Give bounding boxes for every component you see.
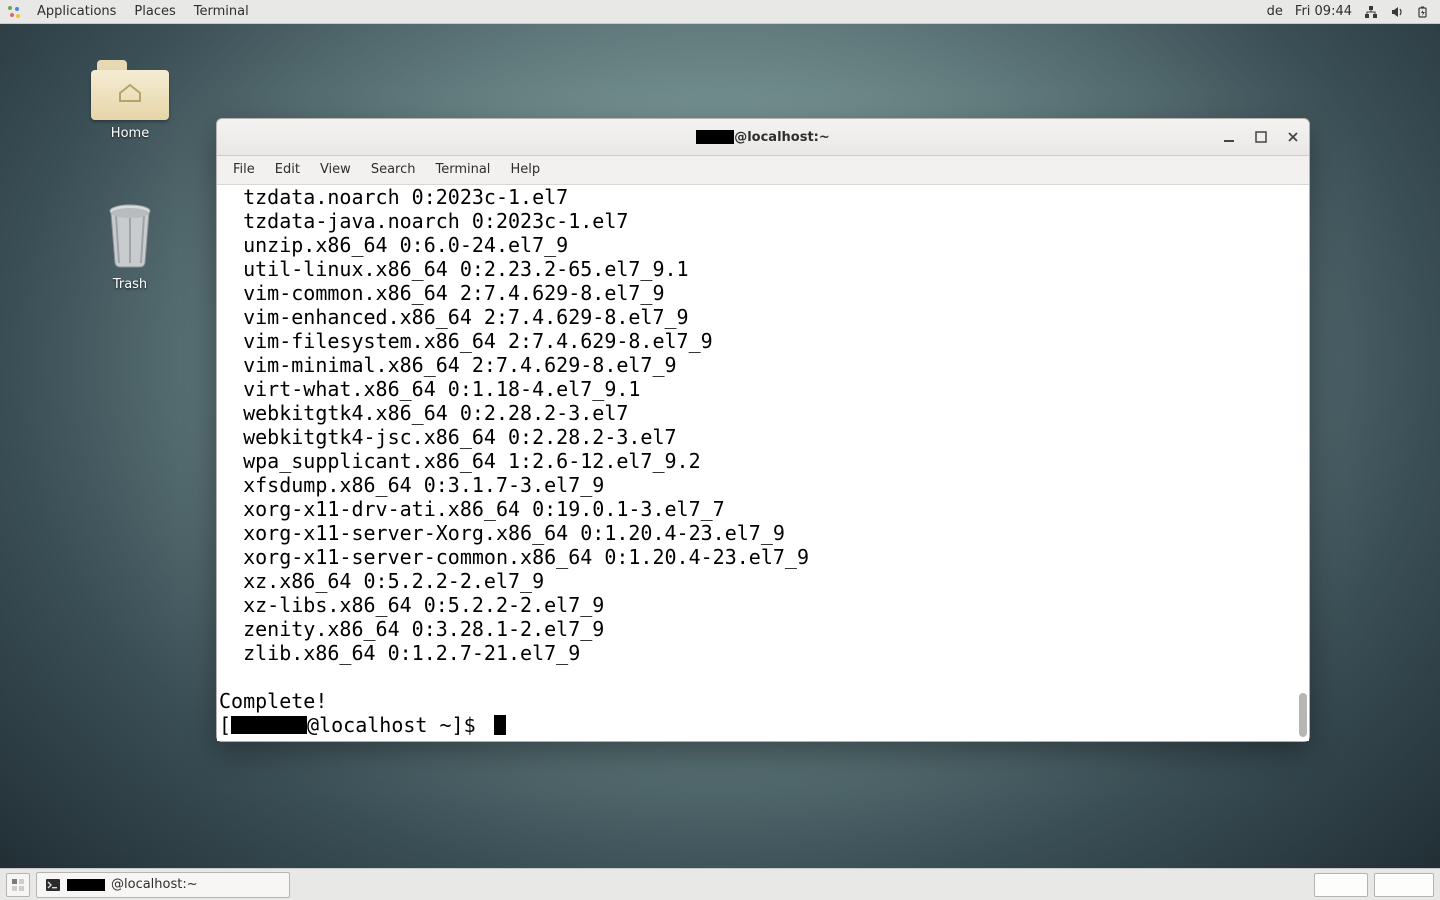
taskbar-entry-terminal[interactable]: @localhost:~ xyxy=(36,872,290,898)
menu-edit[interactable]: Edit xyxy=(265,156,310,184)
menu-terminal[interactable]: Terminal xyxy=(185,0,258,24)
menu-file[interactable]: File xyxy=(223,156,265,184)
top-menu-left: Applications Places Terminal xyxy=(6,0,258,24)
window-menubar: File Edit View Search Terminal Help xyxy=(217,156,1309,185)
menu-help[interactable]: Help xyxy=(500,156,550,184)
keyboard-layout-indicator[interactable]: de xyxy=(1267,4,1283,19)
trash-icon xyxy=(102,201,158,271)
scrollbar-thumb[interactable] xyxy=(1299,693,1307,737)
redacted-username xyxy=(231,716,307,734)
folder-icon xyxy=(91,60,169,120)
panel-right-box[interactable] xyxy=(1374,873,1434,897)
desktop-icon-home[interactable]: Home xyxy=(80,60,180,141)
terminal-output: tzdata.noarch 0:2023c-1.el7 tzdata-java.… xyxy=(217,185,1309,737)
desktop-icon-label: Trash xyxy=(113,277,147,292)
desktop-icons: Home Trash xyxy=(80,60,180,292)
close-button[interactable] xyxy=(1283,127,1303,147)
network-icon[interactable] xyxy=(1364,5,1378,19)
activities-icon[interactable] xyxy=(6,4,22,20)
scrollbar[interactable] xyxy=(1297,187,1307,739)
redacted-username xyxy=(67,879,105,891)
menu-view[interactable]: View xyxy=(310,156,361,184)
terminal-prompt[interactable]: [@localhost ~]$ xyxy=(219,713,1309,737)
menu-terminal[interactable]: Terminal xyxy=(425,156,500,184)
top-panel: Applications Places Terminal de Fri 09:4… xyxy=(0,0,1440,24)
terminal-viewport[interactable]: tzdata.noarch 0:2023c-1.el7 tzdata-java.… xyxy=(217,185,1309,741)
terminal-app-icon xyxy=(45,877,61,893)
redacted-username xyxy=(696,130,734,144)
window-title: @localhost:~ xyxy=(696,130,830,145)
menu-applications[interactable]: Applications xyxy=(28,0,125,24)
system-tray: de Fri 09:44 xyxy=(1267,4,1434,19)
clock[interactable]: Fri 09:44 xyxy=(1295,4,1352,19)
battery-icon[interactable] xyxy=(1416,5,1430,19)
menu-search[interactable]: Search xyxy=(361,156,426,184)
maximize-button[interactable] xyxy=(1251,127,1271,147)
input-method-indicator[interactable] xyxy=(1314,873,1368,897)
minimize-button[interactable] xyxy=(1219,127,1239,147)
desktop: Applications Places Terminal de Fri 09:4… xyxy=(0,0,1440,900)
desktop-icon-trash[interactable]: Trash xyxy=(80,201,180,292)
workspace-switcher[interactable] xyxy=(6,873,30,897)
desktop-icon-label: Home xyxy=(111,126,149,141)
terminal-cursor xyxy=(494,715,506,735)
window-titlebar[interactable]: @localhost:~ xyxy=(217,119,1309,156)
taskbar-entry-label: @localhost:~ xyxy=(111,877,198,892)
volume-icon[interactable] xyxy=(1390,5,1404,19)
menu-places[interactable]: Places xyxy=(125,0,184,24)
bottom-panel: @localhost:~ xyxy=(0,868,1440,900)
terminal-window[interactable]: @localhost:~ File Edit View Search Termi… xyxy=(216,118,1310,742)
